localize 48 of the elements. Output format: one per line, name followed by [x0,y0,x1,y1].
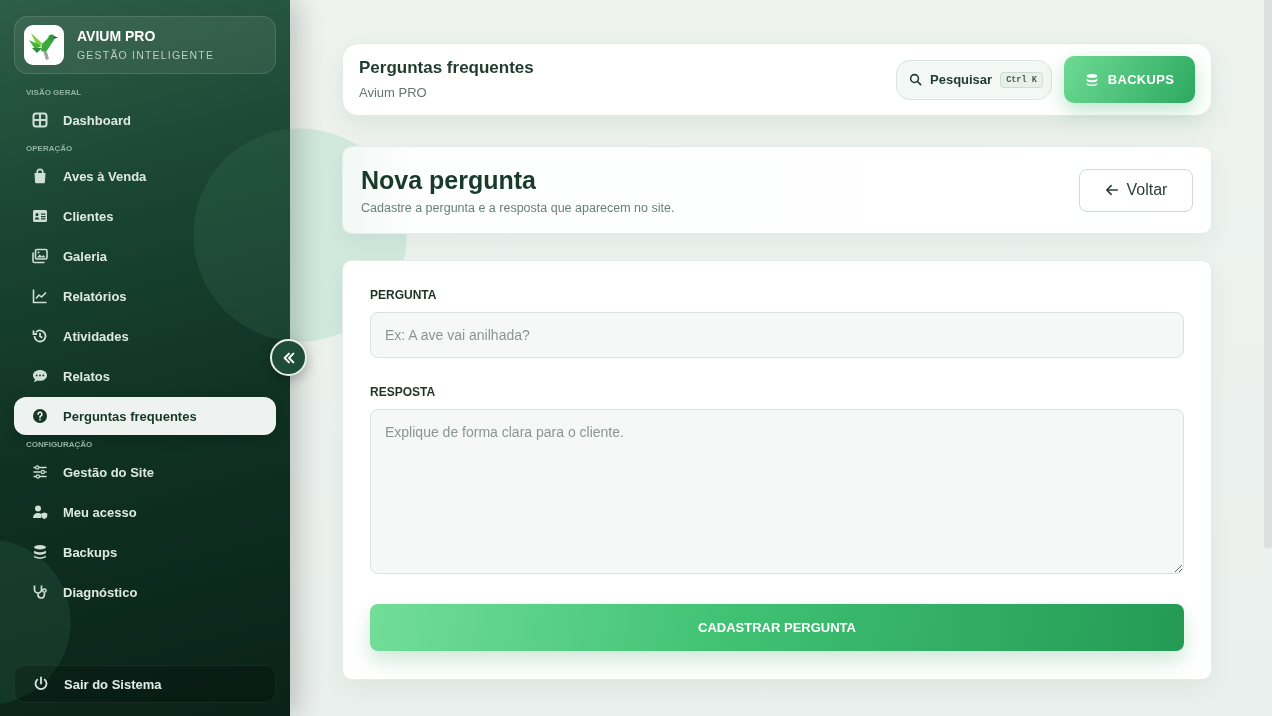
section-label: CONFIGURAÇÃO [25,440,93,450]
power-icon [33,676,49,692]
section-label: OPERAÇÃO [25,144,73,154]
shopping-bag-icon [32,168,48,184]
back-button[interactable]: Voltar [1079,168,1193,212]
chat-bubble-icon [32,368,48,384]
sidebar-item[interactable]: Gestão do Site [14,453,173,491]
answer-textarea[interactable]: Explique de forma clara para o cliente. [370,409,1184,574]
sidebar-item[interactable]: Perguntas frequentes [14,397,276,435]
database-icon [1084,72,1099,87]
sidebar-item[interactable]: Relatos [14,357,128,395]
form-title: Nova pergunta [361,164,537,195]
sidebar-item[interactable]: Backups [14,533,136,571]
search-icon [909,73,922,86]
sidebar-item[interactable]: Galeria [14,237,126,275]
brand-title: AVIUM PRO [77,28,157,45]
sidebar-item[interactable]: Clientes [14,197,132,235]
field-label: PERGUNTA [370,288,437,302]
sidebar-item[interactable]: Atividades [14,317,147,355]
section-label: VISÃO GERAL [25,88,82,98]
sidebar-item[interactable]: Meu acesso [14,493,155,531]
keyboard-shortcut: Ctrl K [1000,71,1043,88]
brand-subtitle: GESTÃO INTELIGENTE [77,48,215,62]
question-icon [32,408,48,424]
line-chart-icon [32,288,48,304]
sidebar-item[interactable]: Dashboard [14,101,149,139]
logout-button[interactable]: Sair do Sistema [14,665,276,703]
sidebar-item[interactable]: Aves à Venda [14,157,165,195]
form-description: Cadastre a pergunta e a resposta que aparecem no site. [361,199,675,216]
question-input[interactable]: Ex: A ave vai anilhada? [370,312,1184,358]
arrow-left-icon [1104,183,1119,197]
search-button[interactable]: Pesquisar Ctrl K [896,59,1052,100]
database-icon [32,544,48,560]
sidebar-item[interactable]: Diagnóstico [14,573,156,611]
grid-icon [32,112,48,128]
bird-icon [24,25,64,65]
id-card-icon [32,208,48,224]
stethoscope-icon [32,584,48,600]
user-shield-icon [32,504,48,520]
field-label: RESPOSTA [370,385,436,399]
sidebar-item[interactable]: Relatórios [14,277,145,315]
history-icon [32,328,48,344]
page-subtitle: Avium PRO [359,85,427,101]
collapse-button[interactable] [270,339,307,376]
double-chevron-left-icon [281,350,296,365]
sliders-icon [32,464,48,480]
images-icon [32,248,48,264]
page-title: Perguntas frequentes [359,58,534,78]
